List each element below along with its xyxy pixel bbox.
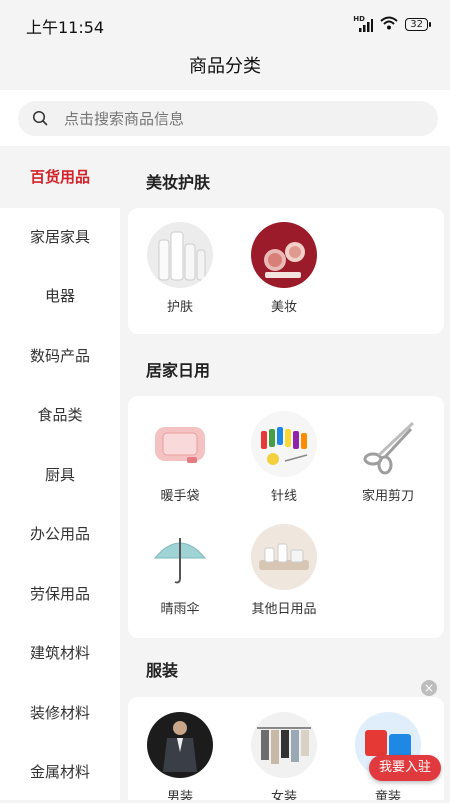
category-womens-wear[interactable]: 女装	[234, 712, 334, 800]
section-title-clothing: 服装	[146, 661, 179, 680]
sidebar-item-building-materials[interactable]: 建筑材料	[0, 624, 120, 684]
category-label: 美妆	[270, 300, 297, 315]
section-card-beauty: 护肤 美妆	[128, 208, 444, 334]
sidebar-item-office[interactable]: 办公用品	[0, 505, 120, 565]
wifi-icon	[380, 15, 398, 34]
category-other-daily[interactable]: 其他日用品	[234, 524, 334, 617]
scissors-icon	[355, 411, 421, 477]
sidebar-item-furniture[interactable]: 家居家具	[0, 208, 120, 268]
category-hand-warmer[interactable]: 暖手袋	[130, 411, 230, 504]
sewing-kit-icon	[251, 411, 317, 477]
category-sewing[interactable]: 针线	[234, 411, 334, 504]
battery-icon: 32	[405, 17, 431, 31]
section-title-daily-goods: 居家日用	[146, 361, 211, 380]
category-makeup[interactable]: 美妆	[234, 222, 334, 315]
category-sidebar: 百货用品 家居家具 电器 数码产品 食品类 厨具 办公用品 劳保用品 建筑材料 …	[0, 148, 120, 800]
sidebar-item-general-goods[interactable]: 百货用品	[0, 148, 120, 208]
search-bar	[0, 90, 450, 146]
status-bar: 上午11:54 HD 32	[0, 0, 450, 44]
category-label: 家用剪刀	[361, 489, 414, 504]
sidebar-item-decoration-materials[interactable]: 装修材料	[0, 684, 120, 744]
search-box[interactable]	[18, 101, 438, 136]
category-label: 其他日用品	[251, 602, 317, 617]
category-umbrella[interactable]: 晴雨伞	[130, 524, 230, 617]
category-label: 暖手袋	[160, 489, 200, 504]
bathroom-set-icon	[251, 524, 317, 590]
umbrella-icon	[147, 524, 213, 590]
nav-bar: 商品分类	[0, 44, 450, 90]
signal-icon: HD	[353, 15, 374, 32]
sidebar-item-metal-materials[interactable]: 金属材料	[0, 743, 120, 803]
category-label: 女装	[270, 790, 297, 800]
womens-clothes-icon	[251, 712, 317, 778]
category-skincare[interactable]: 护肤	[130, 222, 230, 315]
skincare-icon	[147, 222, 213, 288]
makeup-icon	[251, 222, 317, 288]
status-time: 上午11:54	[26, 18, 105, 37]
sidebar-item-appliances[interactable]: 电器	[0, 267, 120, 327]
category-label: 晴雨伞	[160, 602, 200, 617]
search-input[interactable]	[64, 101, 424, 136]
close-icon[interactable]: ×	[421, 680, 437, 696]
category-label: 男装	[166, 790, 193, 800]
category-content: 美妆护肤 护肤 美妆 居家日用 暖手袋 针线 家用剪刀 晴雨伞 其他日用品 服装…	[128, 148, 444, 800]
search-icon	[32, 110, 48, 126]
category-scissors[interactable]: 家用剪刀	[338, 411, 438, 504]
status-icons: HD 32	[353, 15, 431, 34]
sidebar-item-labor-protection[interactable]: 劳保用品	[0, 565, 120, 625]
category-mens-wear[interactable]: 男装	[130, 712, 230, 800]
mens-suit-icon	[147, 712, 213, 778]
category-label: 护肤	[166, 300, 193, 315]
section-card-clothing: 男装 女装 童装	[128, 697, 444, 800]
sidebar-item-kitchenware[interactable]: 厨具	[0, 446, 120, 506]
page-title: 商品分类	[189, 56, 261, 77]
section-title-beauty: 美妆护肤	[146, 173, 211, 192]
category-label: 针线	[270, 489, 297, 504]
sidebar-item-food[interactable]: 食品类	[0, 386, 120, 446]
section-card-daily-goods: 暖手袋 针线 家用剪刀 晴雨伞 其他日用品	[128, 396, 444, 638]
sidebar-item-digital[interactable]: 数码产品	[0, 327, 120, 387]
category-label: 童装	[374, 790, 401, 800]
hand-warmer-icon	[147, 411, 213, 477]
join-merchant-button[interactable]: 我要入驻	[369, 755, 441, 781]
